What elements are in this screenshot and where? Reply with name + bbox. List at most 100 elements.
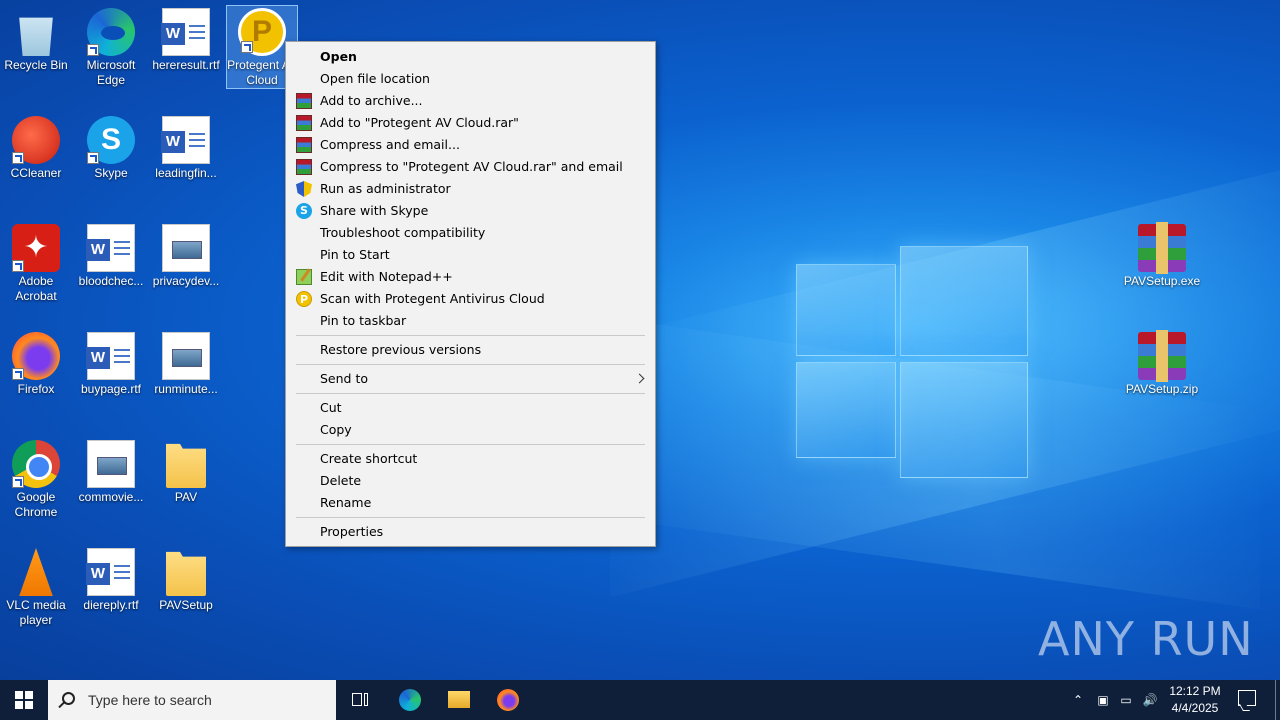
firefox-icon [12,332,60,380]
menu-item-label: Pin to taskbar [320,313,407,328]
desktop-icon-pavsetup-zip[interactable]: PAVSetup.zip [1122,330,1202,397]
desktop-icon-leadingfin[interactable]: W leadingfin... [150,116,222,181]
acrobat-icon: ✦ [12,224,60,272]
desktop-icon-pav-folder[interactable]: PAV [150,440,222,505]
menu-item-label: Run as administrator [320,181,451,196]
chevron-up-icon[interactable]: ⌃ [1070,692,1086,708]
menu-item-compress-to-rar-and-email[interactable]: Compress to "Protegent AV Cloud.rar" and… [286,156,655,178]
menu-item-share-with-skype[interactable]: S Share with Skype [286,200,655,222]
menu-item-open[interactable]: Open [286,46,655,68]
meet-now-icon[interactable]: ▣ [1095,692,1111,708]
menu-item-restore-previous-versions[interactable]: Restore previous versions [286,339,655,361]
desktop-icon-google-chrome[interactable]: Google Chrome [0,440,72,520]
desktop-icon-skype[interactable]: S Skype [75,116,147,181]
menu-item-label: Compress to "Protegent AV Cloud.rar" and… [320,159,623,174]
menu-item-cut[interactable]: Cut [286,397,655,419]
desktop-icon-diereply[interactable]: W diereply.rtf [75,548,147,613]
task-view-button[interactable] [336,680,384,720]
menu-item-label: Add to archive... [320,93,423,108]
chrome-icon [12,440,60,488]
menu-item-edit-with-notepad-plus-plus[interactable]: Edit with Notepad++ [286,266,655,288]
network-icon[interactable]: ▭ [1118,692,1134,708]
menu-item-add-to-rar[interactable]: Add to "Protegent AV Cloud.rar" [286,112,655,134]
taskbar-edge-button[interactable] [386,680,434,720]
desktop-icon-label: Adobe Acrobat [15,274,57,303]
desktop-icon-hereresult[interactable]: W hereresult.rtf [150,8,222,73]
desktop-icon-label: Recycle Bin [4,58,68,72]
winrar-icon [296,159,312,175]
desktop-icon-runminute[interactable]: runminute... [150,332,222,397]
menu-item-send-to[interactable]: Send to [286,368,655,390]
menu-item-label: Scan with Protegent Antivirus Cloud [320,291,545,306]
show-desktop-button[interactable] [1275,680,1276,720]
word-document-icon: W [86,548,135,596]
word-document-icon: W [161,8,210,56]
desktop-icon-adobe-acrobat[interactable]: ✦ Adobe Acrobat [0,224,72,304]
menu-item-rename[interactable]: Rename [286,492,655,514]
menu-item-open-file-location[interactable]: Open file location [286,68,655,90]
desktop-icon-label: CCleaner [10,166,62,180]
desktop-icon-microsoft-edge[interactable]: Microsoft Edge [75,8,147,88]
desktop-icon-bloodcheck[interactable]: W bloodchec... [75,224,147,289]
edge-icon [399,689,421,711]
menu-item-pin-to-taskbar[interactable]: Pin to taskbar [286,310,655,332]
desktop-icon-firefox[interactable]: Firefox [0,332,72,397]
menu-item-label: Restore previous versions [320,342,482,357]
ccleaner-icon [12,116,60,164]
taskbar-firefox-button[interactable] [484,680,532,720]
menu-item-pin-to-start[interactable]: Pin to Start [286,244,655,266]
menu-item-scan-with-protegent[interactable]: P Scan with Protegent Antivirus Cloud [286,288,655,310]
taskbar-file-explorer-button[interactable] [435,680,483,720]
menu-separator [296,335,645,336]
menu-item-properties[interactable]: Properties [286,521,655,543]
menu-item-compress-and-email[interactable]: Compress and email... [286,134,655,156]
desktop-icon-label: Firefox [17,382,55,396]
protegent-icon: P [238,8,286,56]
menu-item-label: Open file location [320,71,430,86]
menu-item-label: Share with Skype [320,203,429,218]
menu-item-add-to-archive[interactable]: Add to archive... [286,90,655,112]
desktop-icon-ccleaner[interactable]: CCleaner [0,116,72,181]
menu-item-label: Add to "Protegent AV Cloud.rar" [320,115,519,130]
desktop-icon-pavsetup-folder[interactable]: PAVSetup [150,548,222,613]
folder-icon [166,551,206,596]
taskbar-search-box[interactable]: Type here to search [48,680,336,720]
menu-item-run-as-administrator[interactable]: Run as administrator [286,178,655,200]
protegent-icon: P [296,291,312,307]
desktop-icon-label: Skype [94,166,128,180]
desktop-icon-pavsetup-exe[interactable]: PAVSetup.exe [1122,222,1202,289]
windows-wallpaper-logo [796,240,1028,480]
menu-item-label: Troubleshoot compatibility [320,225,486,240]
menu-item-label: Send to [320,371,369,386]
image-file-icon [162,332,210,380]
menu-item-create-shortcut[interactable]: Create shortcut [286,448,655,470]
desktop-icon-recycle-bin[interactable]: Recycle Bin [0,8,72,73]
menu-item-troubleshoot-compatibility[interactable]: Troubleshoot compatibility [286,222,655,244]
notepad-plus-plus-icon [296,269,312,285]
notification-center-icon[interactable] [1238,690,1256,706]
menu-item-copy[interactable]: Copy [286,419,655,441]
menu-separator [296,517,645,518]
desktop-icon-label: VLC media player [6,598,66,627]
search-placeholder: Type here to search [88,692,212,708]
desktop-icon-privacydev[interactable]: privacydev... [150,224,222,289]
taskbar: Type here to search ⌃ ▣ ▭ 🔊 12:12 PM 4/4… [0,680,1280,720]
desktop-icon-label: hereresult.rtf [152,58,220,72]
menu-item-delete[interactable]: Delete [286,470,655,492]
vlc-icon [19,548,53,596]
desktop-icon-vlc[interactable]: VLC media player [0,548,72,628]
winrar-icon [296,93,312,109]
edge-icon [87,8,135,56]
desktop-icon-label: privacydev... [152,274,220,288]
desktop-icon-label: runminute... [154,382,218,396]
menu-separator [296,444,645,445]
desktop-icon-commovie[interactable]: commovie... [75,440,147,505]
start-button[interactable] [0,680,48,720]
menu-item-label: Rename [320,495,372,510]
desktop-icon-label: diereply.rtf [83,598,139,612]
skype-icon: S [296,203,312,219]
desktop-icon-buypage[interactable]: W buypage.rtf [75,332,147,397]
volume-icon[interactable]: 🔊 [1142,692,1158,708]
desktop-icon-label: Google Chrome [14,490,58,519]
taskbar-clock[interactable]: 12:12 PM 4/4/2025 [1160,683,1230,717]
